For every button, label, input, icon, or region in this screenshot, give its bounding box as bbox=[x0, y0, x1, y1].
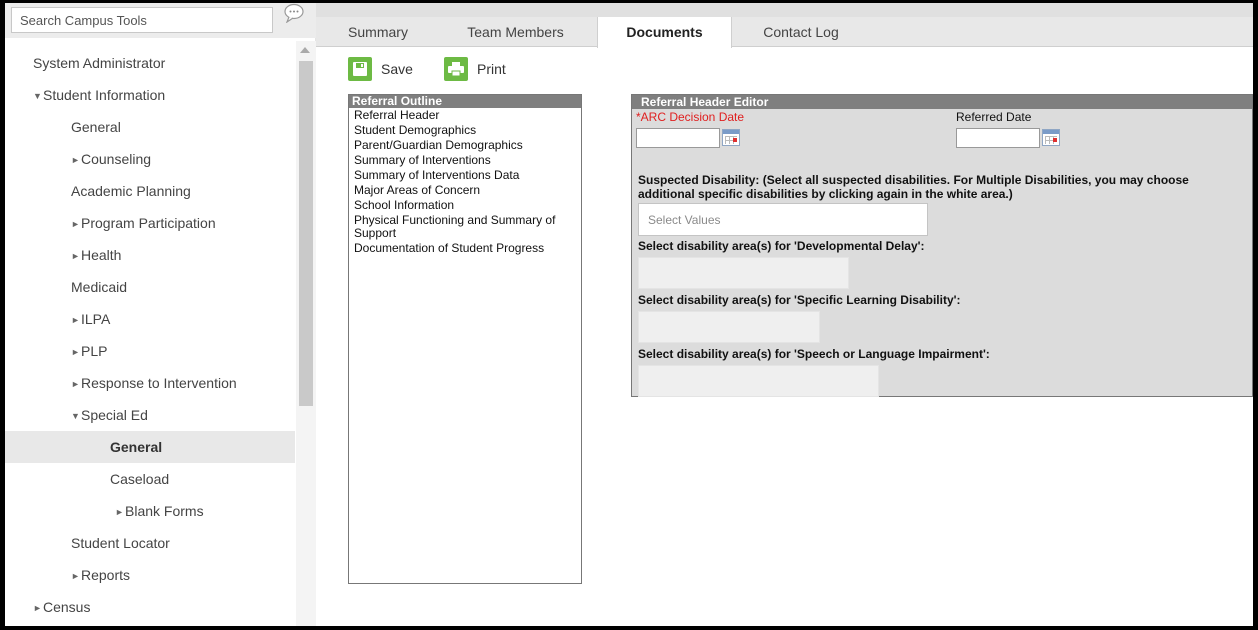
sidebar-item-health[interactable]: ►Health bbox=[5, 239, 295, 271]
sidebar-item-label: System Administrator bbox=[33, 55, 166, 71]
tab-team-members[interactable]: Team Members bbox=[448, 17, 583, 47]
speech-language-impairment-label: Select disability area(s) for 'Speech or… bbox=[638, 347, 990, 361]
sidebar-item-label: Blank Forms bbox=[125, 503, 204, 519]
referred-date-label: Referred Date bbox=[956, 110, 1032, 124]
sidebar-item-census[interactable]: ►Census bbox=[5, 591, 295, 623]
sidebar-item-label: Student Information bbox=[43, 87, 166, 103]
sidebar-item-label: Reports bbox=[81, 567, 131, 583]
outline-item-documentation-of-progress[interactable]: Documentation of Student Progress bbox=[354, 242, 576, 255]
search-input[interactable] bbox=[11, 7, 273, 33]
sidebar-item-system-administrator[interactable]: System Administrator bbox=[5, 47, 295, 79]
sidebar-item-reports[interactable]: ►Reports bbox=[5, 559, 295, 591]
sidebar-item-label: Medicaid bbox=[71, 279, 128, 295]
sidebar-item-label: Response to Intervention bbox=[81, 375, 237, 391]
sidebar-item-label: General bbox=[71, 119, 121, 135]
triangle-right-icon[interactable]: ► bbox=[71, 336, 81, 368]
arc-decision-date-label: *ARC Decision Date bbox=[636, 110, 745, 124]
sidebar-item-label: PLP bbox=[81, 343, 108, 359]
triangle-down-icon[interactable]: ▼ bbox=[33, 80, 43, 112]
triangle-right-icon[interactable]: ► bbox=[115, 496, 125, 528]
scroll-up-arrow-icon[interactable] bbox=[300, 47, 310, 53]
sidebar-item-student-locator[interactable]: Student Locator bbox=[5, 527, 295, 559]
save-label: Save bbox=[381, 61, 413, 77]
referred-date-input[interactable] bbox=[956, 128, 1040, 148]
referral-header-editor-title: Referral Header Editor bbox=[632, 95, 1252, 109]
triangle-right-icon[interactable]: ► bbox=[71, 304, 81, 336]
specific-learning-disability-label: Select disability area(s) for 'Specific … bbox=[638, 293, 961, 307]
sidebar: System Administrator▼Student Information… bbox=[5, 3, 316, 626]
sidebar-item-ilpa[interactable]: ►ILPA bbox=[5, 303, 295, 335]
suspected-disability-select[interactable] bbox=[638, 203, 928, 236]
sidebar-item-special-ed[interactable]: ▼Special Ed bbox=[5, 399, 295, 431]
main-panel: Summary Team Members Documents Contact L… bbox=[316, 3, 1253, 626]
tab-summary[interactable]: Summary bbox=[338, 17, 418, 47]
sidebar-item-medicaid[interactable]: Medicaid bbox=[5, 271, 295, 303]
sidebar-item-student-information[interactable]: ▼Student Information bbox=[5, 79, 295, 111]
sidebar-item-caseload[interactable]: Caseload bbox=[5, 463, 295, 495]
triangle-right-icon[interactable]: ► bbox=[33, 592, 43, 624]
outline-item-parent-guardian-demographics[interactable]: Parent/Guardian Demographics bbox=[354, 139, 576, 152]
nav-tree: System Administrator ▼Student Information… bbox=[5, 47, 295, 623]
referral-header-editor: Referral Header Editor *ARC Decision Dat… bbox=[631, 94, 1253, 397]
outline-item-referral-header[interactable]: Referral Header bbox=[354, 109, 576, 122]
triangle-right-icon[interactable]: ► bbox=[71, 208, 81, 240]
developmental-delay-select[interactable] bbox=[638, 257, 849, 289]
save-icon bbox=[348, 57, 372, 81]
sidebar-item-general[interactable]: General bbox=[5, 431, 295, 463]
save-button[interactable]: Save bbox=[348, 55, 413, 83]
triangle-right-icon[interactable]: ► bbox=[71, 240, 81, 272]
print-label: Print bbox=[477, 61, 506, 77]
calendar-icon[interactable] bbox=[722, 129, 740, 146]
referral-outline-panel: Referral Outline Referral Header Student… bbox=[348, 94, 582, 584]
sidebar-item-response-to-intervention[interactable]: ►Response to Intervention bbox=[5, 367, 295, 399]
sidebar-item-label: ILPA bbox=[81, 311, 111, 327]
tab-bar: Summary Team Members Documents Contact L… bbox=[316, 17, 1253, 48]
suspected-disability-label: Suspected Disability: (Select all suspec… bbox=[638, 173, 1189, 201]
sidebar-item-label: General bbox=[110, 439, 163, 455]
outline-item-major-areas-of-concern[interactable]: Major Areas of Concern bbox=[354, 184, 576, 197]
outline-item-school-information[interactable]: School Information bbox=[354, 199, 576, 212]
triangle-down-icon[interactable]: ▼ bbox=[71, 400, 81, 432]
outline-item-student-demographics[interactable]: Student Demographics bbox=[354, 124, 576, 137]
triangle-right-icon[interactable]: ► bbox=[71, 144, 81, 176]
sidebar-item-label: Special Ed bbox=[81, 407, 148, 423]
sidebar-item-academic-planning[interactable]: Academic Planning bbox=[5, 175, 295, 207]
sidebar-item-counseling[interactable]: ►Counseling bbox=[5, 143, 295, 175]
chat-bubble-icon[interactable] bbox=[283, 3, 305, 23]
tab-documents[interactable]: Documents bbox=[597, 17, 732, 48]
outline-item-summary-of-interventions-data[interactable]: Summary of Interventions Data bbox=[354, 169, 576, 182]
app-frame: System Administrator▼Student Information… bbox=[5, 3, 1253, 626]
scroll-thumb[interactable] bbox=[299, 61, 313, 406]
sidebar-item-label: Health bbox=[81, 247, 122, 263]
specific-learning-disability-select[interactable] bbox=[638, 311, 820, 343]
sidebar-item-general[interactable]: General bbox=[5, 111, 295, 143]
referral-outline-title: Referral Outline bbox=[349, 95, 581, 108]
sidebar-item-blank-forms[interactable]: ►Blank Forms bbox=[5, 495, 295, 527]
arc-decision-date-input[interactable] bbox=[636, 128, 720, 148]
print-button[interactable]: Print bbox=[444, 55, 506, 83]
sidebar-item-plp[interactable]: ►PLP bbox=[5, 335, 295, 367]
sidebar-item-label: Census bbox=[43, 599, 91, 615]
sidebar-item-label: Counseling bbox=[81, 151, 152, 167]
triangle-right-icon[interactable]: ► bbox=[71, 560, 81, 592]
sidebar-item-label: Caseload bbox=[110, 471, 170, 487]
speech-language-impairment-select[interactable] bbox=[638, 365, 879, 397]
sidebar-item-label: Program Participation bbox=[81, 215, 216, 231]
top-strip bbox=[316, 3, 1253, 17]
printer-icon bbox=[444, 57, 468, 81]
sidebar-item-label: Student Locator bbox=[71, 535, 170, 551]
referral-outline-list: Referral Header Student Demographics Par… bbox=[349, 108, 581, 258]
developmental-delay-label: Select disability area(s) for 'Developme… bbox=[638, 239, 925, 253]
outline-item-summary-of-interventions[interactable]: Summary of Interventions bbox=[354, 154, 576, 167]
calendar-icon[interactable] bbox=[1042, 129, 1060, 146]
outline-item-physical-functioning[interactable]: Physical Functioning and Summary of Supp… bbox=[354, 214, 576, 240]
sidebar-scrollbar[interactable] bbox=[296, 41, 316, 626]
sidebar-item-program-participation[interactable]: ►Program Participation bbox=[5, 207, 295, 239]
triangle-right-icon[interactable]: ► bbox=[71, 368, 81, 400]
sidebar-item-label: Academic Planning bbox=[71, 183, 191, 199]
tab-contact-log[interactable]: Contact Log bbox=[746, 17, 856, 47]
search-bar bbox=[5, 3, 316, 38]
